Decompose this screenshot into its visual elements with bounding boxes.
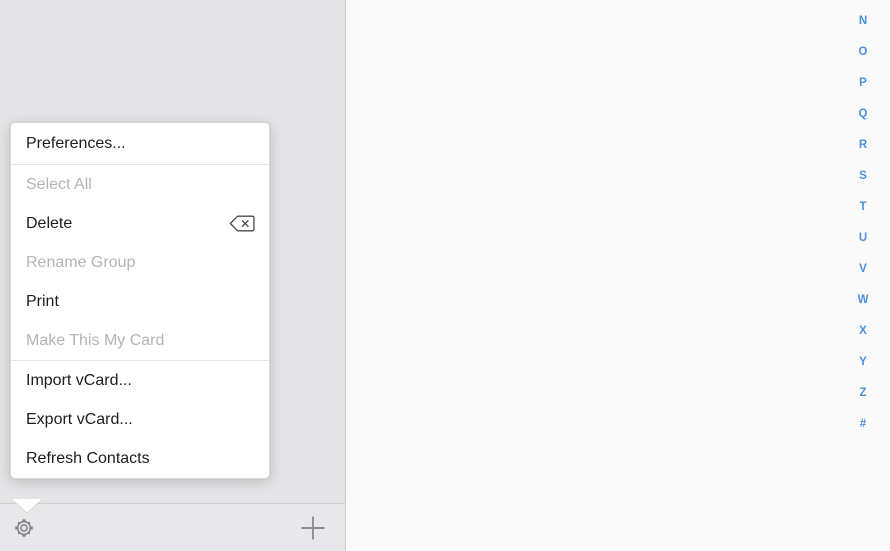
menu-item-label: Delete (26, 215, 73, 232)
plus-icon (298, 513, 328, 543)
delete-key-icon (229, 215, 255, 232)
alpha-index-item[interactable]: Y (850, 347, 876, 378)
alpha-index-item[interactable]: V (850, 254, 876, 285)
alpha-index-item[interactable]: U (850, 223, 876, 254)
alpha-index-item[interactable]: O (850, 37, 876, 68)
alpha-index-item[interactable]: X (850, 316, 876, 347)
menu-item-import-vcard[interactable]: Import vCard... (11, 361, 269, 400)
alpha-index-item[interactable]: Q (850, 99, 876, 130)
gear-icon (10, 514, 38, 542)
alphabet-index[interactable]: N O P Q R S T U V W X Y Z # (850, 6, 876, 440)
alpha-index-item[interactable]: W (850, 285, 876, 316)
menu-item-label: Select All (26, 176, 92, 193)
alpha-index-item[interactable]: P (850, 68, 876, 99)
alpha-index-item[interactable]: S (850, 161, 876, 192)
settings-popup-menu: Preferences... Select All Delete Rename … (10, 122, 270, 479)
contacts-list-pane: N O P Q R S T U V W X Y Z # (346, 0, 890, 551)
menu-item-select-all: Select All (11, 165, 269, 204)
sidebar-toolbar (0, 503, 345, 551)
alpha-index-item[interactable]: R (850, 130, 876, 161)
contacts-window: N O P Q R S T U V W X Y Z # Preferences.… (0, 0, 890, 551)
menu-item-export-vcard[interactable]: Export vCard... (11, 400, 269, 439)
menu-item-rename-group: Rename Group (11, 243, 269, 282)
menu-item-refresh-contacts[interactable]: Refresh Contacts (11, 439, 269, 478)
menu-group-edit: Select All Delete Rename Group Print Mak… (11, 165, 269, 360)
menu-item-make-this-my-card: Make This My Card (11, 321, 269, 360)
menu-item-preferences[interactable]: Preferences... (11, 123, 269, 164)
menu-item-label: Rename Group (26, 254, 136, 271)
menu-item-label: Refresh Contacts (26, 450, 150, 467)
alpha-index-item[interactable]: # (850, 409, 876, 440)
alpha-index-item[interactable]: N (850, 6, 876, 37)
menu-item-label: Export vCard... (26, 411, 133, 428)
menu-item-label: Make This My Card (26, 332, 165, 349)
popup-arrow (11, 499, 43, 514)
menu-item-label: Preferences... (26, 135, 126, 152)
menu-item-label: Import vCard... (26, 372, 132, 389)
alpha-index-item[interactable]: Z (850, 378, 876, 409)
menu-item-print[interactable]: Print (11, 282, 269, 321)
alpha-index-item[interactable]: T (850, 192, 876, 223)
menu-group-preferences: Preferences... (11, 123, 269, 164)
menu-group-vcard: Import vCard... Export vCard... Refresh … (11, 361, 269, 478)
menu-item-delete[interactable]: Delete (11, 204, 269, 243)
menu-item-label: Print (26, 293, 59, 310)
add-contact-button[interactable] (288, 504, 338, 551)
